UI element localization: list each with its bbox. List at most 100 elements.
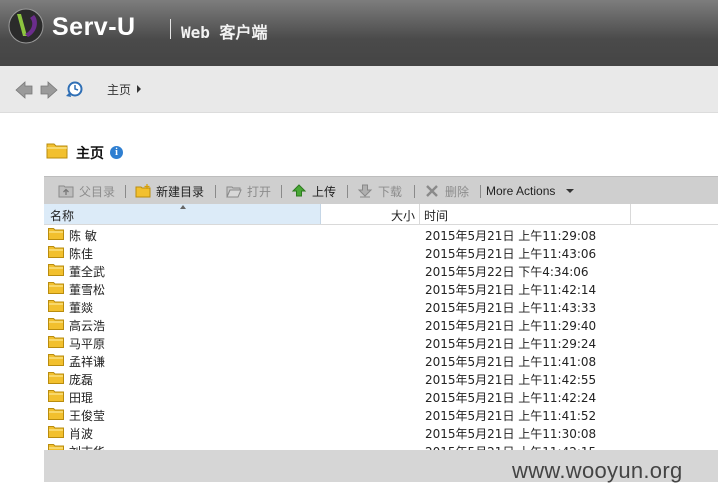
toolbar-divider <box>215 185 216 198</box>
new-directory-button[interactable]: 新建目录 <box>135 182 204 200</box>
file-name[interactable]: 高云浩 <box>69 317 105 334</box>
file-list-row[interactable]: 庞磊 2015年5月21日 上午11:42:55 <box>44 369 718 387</box>
file-modified-time: 2015年5月21日 上午11:30:08 <box>425 427 597 441</box>
parent-directory-button[interactable]: 父目录 <box>58 182 115 200</box>
file-name[interactable]: 董燚 <box>69 299 93 316</box>
navigation-bar: 主页 <box>0 66 718 113</box>
file-name[interactable]: 陈佳 <box>69 245 93 262</box>
column-header-name[interactable]: 名称 <box>44 204 321 224</box>
folder-icon <box>48 228 64 240</box>
chevron-down-icon <box>566 189 575 193</box>
file-list-row[interactable]: 王俊莹 2015年5月21日 上午11:41:52 <box>44 405 718 423</box>
folder-icon <box>48 426 64 438</box>
file-list-row[interactable]: 田琨 2015年5月21日 上午11:42:24 <box>44 387 718 405</box>
folder-icon <box>48 282 64 294</box>
delete-x-icon <box>426 185 438 197</box>
file-list-row[interactable]: 孟祥谦 2015年5月21日 上午11:41:08 <box>44 351 718 369</box>
folder-icon <box>48 336 64 348</box>
file-list-row[interactable]: 高云浩 2015年5月21日 上午11:29:40 <box>44 315 718 333</box>
file-toolbar: 父目录 新建目录 打开 上传 下载 删除 More Actions <box>44 176 718 205</box>
new-folder-icon <box>135 184 151 198</box>
folder-icon <box>48 318 64 330</box>
history-icon[interactable] <box>64 80 84 100</box>
parent-folder-icon <box>58 185 74 198</box>
file-list-row[interactable]: 肖波 2015年5月21日 上午11:30:08 <box>44 423 718 441</box>
folder-icon <box>48 372 64 384</box>
file-list-row[interactable]: 董雪松 2015年5月21日 上午11:42:14 <box>44 279 718 297</box>
download-button[interactable]: 下载 <box>357 182 402 200</box>
watermark-text: www.wooyun.org <box>512 458 683 483</box>
folder-icon <box>48 408 64 420</box>
file-modified-time: 2015年5月21日 上午11:41:08 <box>425 355 597 369</box>
folder-icon <box>46 143 68 159</box>
file-modified-time: 2015年5月21日 上午11:42:55 <box>425 373 597 387</box>
page-title: 主页 <box>76 146 104 162</box>
file-modified-time: 2015年5月21日 上午11:29:24 <box>425 337 597 351</box>
toolbar-divider <box>281 185 282 198</box>
back-arrow-icon[interactable] <box>14 80 34 100</box>
folder-icon <box>48 390 64 402</box>
file-name[interactable]: 王俊莹 <box>69 407 105 424</box>
file-modified-time: 2015年5月21日 上午11:42:14 <box>425 283 597 297</box>
upload-label: 上传 <box>312 184 337 199</box>
column-header-row: 名称 大小 时间 <box>44 204 718 225</box>
file-name[interactable]: 孟祥谦 <box>69 353 105 370</box>
forward-arrow-icon[interactable] <box>39 80 59 100</box>
folder-icon <box>48 246 64 258</box>
more-actions-button[interactable]: More Actions <box>486 182 575 200</box>
column-header-size[interactable]: 大小 <box>321 204 420 224</box>
column-time-label: 时间 <box>424 209 449 223</box>
file-list-row[interactable]: 陈佳 2015年5月21日 上午11:43:06 <box>44 243 718 261</box>
folder-icon <box>48 264 64 276</box>
folder-icon <box>48 444 64 450</box>
folder-icon <box>48 354 64 366</box>
parent-directory-label: 父目录 <box>79 184 116 199</box>
file-modified-time: 2015年5月21日 上午11:29:40 <box>425 319 597 333</box>
folder-icon <box>48 300 64 312</box>
file-modified-time: 2015年5月21日 上午11:42:24 <box>425 391 597 405</box>
more-actions-label: More Actions <box>486 184 556 198</box>
delete-label: 删除 <box>445 184 470 199</box>
open-button[interactable]: 打开 <box>226 182 271 200</box>
toolbar-divider <box>480 185 481 198</box>
file-name[interactable]: 田琨 <box>69 389 93 406</box>
file-modified-time: 2015年5月21日 上午11:42:15 <box>425 443 596 450</box>
brand-divider <box>170 19 171 39</box>
file-modified-time: 2015年5月21日 上午11:43:06 <box>425 247 597 261</box>
file-modified-time: 2015年5月21日 上午11:41:52 <box>425 409 597 423</box>
file-list-row[interactable]: 陈 敏 2015年5月21日 上午11:29:08 <box>44 225 718 243</box>
file-name[interactable]: 马平原 <box>69 335 105 352</box>
file-name[interactable]: 陈 敏 <box>69 227 97 244</box>
app-header: Serv-U Web 客户端 <box>0 0 718 66</box>
sort-ascending-icon <box>180 205 186 209</box>
download-label: 下载 <box>378 184 403 199</box>
info-icon[interactable]: i <box>110 146 123 159</box>
file-name[interactable]: 庞磊 <box>69 371 93 388</box>
serv-u-logo-icon <box>8 8 44 44</box>
brand-subtitle: Web 客户端 <box>181 23 268 42</box>
column-size-label: 大小 <box>390 209 415 223</box>
file-modified-time: 2015年5月21日 上午11:29:08 <box>425 229 597 243</box>
file-name[interactable]: 刘志华 <box>69 443 105 450</box>
file-modified-time: 2015年5月21日 上午11:43:33 <box>425 301 597 315</box>
file-list-row[interactable]: 刘志华 2015年5月21日 上午11:42:15 <box>44 441 718 450</box>
file-name[interactable]: 董全武 <box>69 263 105 280</box>
upload-button[interactable]: 上传 <box>291 182 336 200</box>
open-folder-icon <box>226 186 242 198</box>
download-arrow-icon <box>357 184 373 198</box>
delete-button[interactable]: 删除 <box>424 182 469 200</box>
toolbar-divider <box>125 185 126 198</box>
file-list-row[interactable]: 马平原 2015年5月21日 上午11:29:24 <box>44 333 718 351</box>
brand-name: Serv-U <box>52 13 136 41</box>
toolbar-divider <box>347 185 348 198</box>
breadcrumb-home[interactable]: 主页 <box>107 81 131 98</box>
file-list: 陈 敏 2015年5月21日 上午11:29:08 陈佳 2015年5月21日 上午1… <box>44 225 718 450</box>
file-list-row[interactable]: 董燚 2015年5月21日 上午11:43:33 <box>44 297 718 315</box>
column-header-time[interactable]: 时间 <box>420 204 631 224</box>
breadcrumb-arrow-icon[interactable] <box>137 85 141 93</box>
file-list-row[interactable]: 董全武 2015年5月22日 下午4:34:06 <box>44 261 718 279</box>
open-label: 打开 <box>247 184 272 199</box>
file-name[interactable]: 董雪松 <box>69 281 105 298</box>
upload-arrow-icon <box>291 184 307 197</box>
file-name[interactable]: 肖波 <box>69 425 93 442</box>
